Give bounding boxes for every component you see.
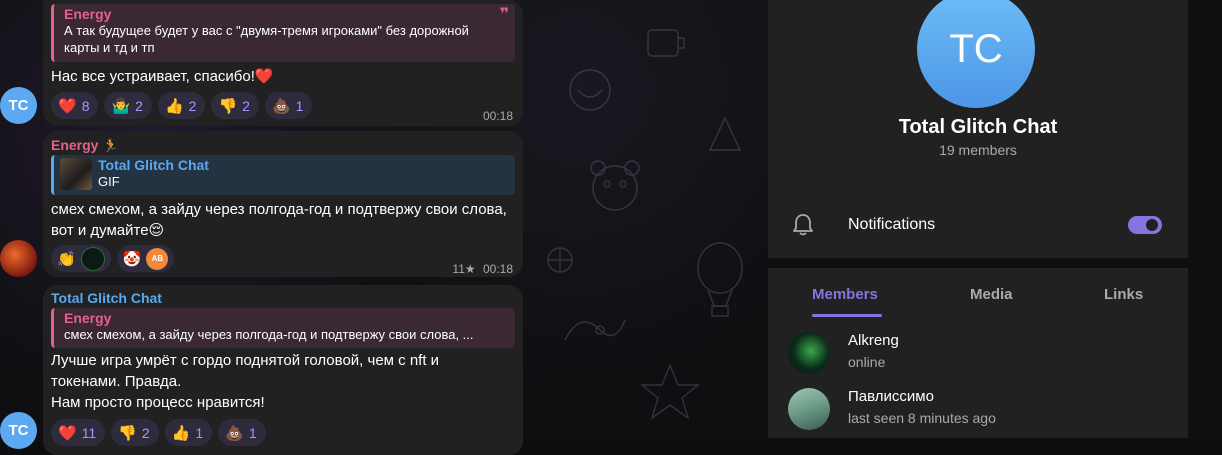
reaction-count: 2 [242, 97, 250, 114]
member-row[interactable]: Павлиссимо last seen 8 minutes ago [768, 382, 1188, 438]
reaction-thumbs-down[interactable]: 👎 2 [211, 92, 259, 119]
tab-members[interactable]: Members [812, 286, 878, 303]
thumbs-down-emoji: 👎 [218, 97, 238, 115]
message-bubble[interactable]: Total Glitch Chat Energy смех смехом, а … [43, 285, 523, 455]
message-text: Нас все устраивает, спасибо!❤️ [51, 68, 274, 85]
reaction-count: 1 [248, 424, 257, 441]
heart-emoji: ❤️ [58, 97, 77, 115]
runner-icon: 🏃 [102, 138, 120, 153]
member-status: last seen 8 minutes ago [848, 410, 996, 426]
chat-title: Total Glitch Chat [898, 116, 1058, 138]
message-bubble[interactable]: Energy 🏃 Total Glitch Chat GIF смех смех… [43, 131, 523, 277]
window-edge [1188, 0, 1222, 438]
section-divider [768, 258, 1188, 268]
reaction-shrug[interactable]: 🤷‍♂️ 2 [104, 92, 152, 119]
reaction-heart[interactable]: ❤️ 11 [51, 419, 106, 446]
thumbs-up-emoji: 👍 [171, 424, 191, 442]
reaction-heart[interactable]: ❤️ 8 [51, 92, 99, 119]
thumbs-down-emoji: 👎 [118, 424, 137, 442]
reaction-count: 2 [188, 97, 197, 114]
reply-author: Energy [64, 6, 112, 22]
quote-icon: ❞ [499, 6, 509, 23]
message-text: Лучше игра умрёт с гордо поднятой голово… [51, 350, 513, 413]
reactions-bar: ❤️ 11 👎 2 👍 1 💩 1 [51, 419, 266, 446]
heart-emoji: ❤️ [58, 424, 77, 442]
member-avatar [788, 388, 830, 430]
reaction-poop[interactable]: 💩 1 [264, 92, 313, 119]
reaction-thumbs-up[interactable]: 👍 2 [157, 92, 206, 119]
toggle-knob [1144, 217, 1160, 233]
notifications-row[interactable]: Notifications [768, 200, 1188, 250]
avatar[interactable]: TC [0, 412, 37, 449]
member-avatar [788, 332, 830, 374]
active-tab-indicator [812, 314, 882, 317]
reply-text: GIF [98, 174, 120, 189]
member-name: Alkreng [848, 332, 899, 349]
reaction-count: 8 [81, 97, 90, 114]
chat-avatar[interactable]: TC [917, 0, 1035, 108]
chat-info-panel: TC Total Glitch Chat 19 members Notifica… [768, 0, 1188, 438]
reactions-bar: 👏 🤡 AB [51, 245, 175, 272]
message-time: 00:18 [482, 262, 513, 276]
reaction-poop[interactable]: 💩 1 [218, 419, 266, 446]
avatar[interactable]: TC [0, 87, 37, 124]
tab-media[interactable]: Media [970, 286, 1013, 303]
gif-thumbnail [60, 158, 92, 190]
reaction-count: 1 [195, 424, 204, 441]
reactions-bar: ❤️ 8 🤷‍♂️ 2 👍 2 👎 2 💩 1 [51, 92, 313, 119]
poop-emoji: 💩 [271, 97, 291, 115]
poop-emoji: 💩 [225, 424, 244, 442]
shrug-emoji: 🤷‍♂️ [111, 97, 131, 115]
reaction-clap[interactable]: 👏 [51, 245, 111, 272]
reaction-thumbs-down[interactable]: 👎 2 [111, 419, 159, 446]
notifications-toggle[interactable] [1128, 216, 1162, 234]
reply-quote[interactable]: Energy А так будущее будет у вас с "двум… [51, 4, 515, 62]
reaction-count: 1 [295, 97, 304, 114]
message-line: Лучше игра умрёт с гордо поднятой голово… [51, 352, 440, 369]
member-status: online [848, 354, 886, 370]
message-text: смех смехом, а зайду через полгода-год и… [51, 201, 507, 239]
reactor-avatar [80, 246, 105, 271]
bell-icon [793, 214, 813, 236]
sender-name[interactable]: Energy [51, 137, 98, 153]
avatar[interactable] [0, 240, 37, 277]
clown-emoji: 🤡 [122, 250, 142, 268]
message-meta: 11★ 00:18 [452, 262, 513, 276]
thumbs-up-emoji: 👍 [164, 97, 184, 115]
reply-quote[interactable]: Total Glitch Chat GIF [51, 155, 515, 195]
tabs-bar: Members Media Links [768, 272, 1188, 318]
reply-author: Total Glitch Chat [98, 157, 209, 173]
sender-line: Energy 🏃 [51, 137, 119, 155]
reaction-count: 11 [81, 424, 97, 441]
message-bubble[interactable]: Energy А так будущее будет у вас с "двум… [43, 0, 523, 126]
reaction-clown[interactable]: 🤡 AB [116, 245, 175, 272]
view-count: 11★ [452, 262, 476, 276]
tab-links[interactable]: Links [1104, 286, 1143, 303]
reply-quote[interactable]: Energy смех смехом, а зайду через полгод… [51, 308, 515, 348]
message-line: Нам просто процесс нравится! [51, 394, 265, 411]
notifications-label: Notifications [848, 216, 936, 233]
message-line: токенами. Правда. [51, 373, 182, 390]
member-count: 19 members [939, 142, 1017, 158]
reply-text: А так будущее будет у вас с "двумя-тремя… [64, 23, 469, 55]
reaction-count: 2 [135, 97, 143, 114]
reply-author: Energy [64, 310, 112, 326]
member-row[interactable]: Alkreng online [768, 326, 1188, 382]
reactor-avatar: AB [146, 247, 169, 270]
reaction-thumbs-up[interactable]: 👍 1 [164, 419, 213, 446]
clap-emoji: 👏 [57, 250, 76, 268]
sender-name[interactable]: Total Glitch Chat [51, 290, 162, 306]
reaction-count: 2 [141, 424, 150, 441]
message-time: 00:18 [482, 109, 513, 123]
member-name: Павлиссимо [848, 388, 934, 405]
reply-text: смех смехом, а зайду через полгода-год и… [64, 327, 474, 342]
